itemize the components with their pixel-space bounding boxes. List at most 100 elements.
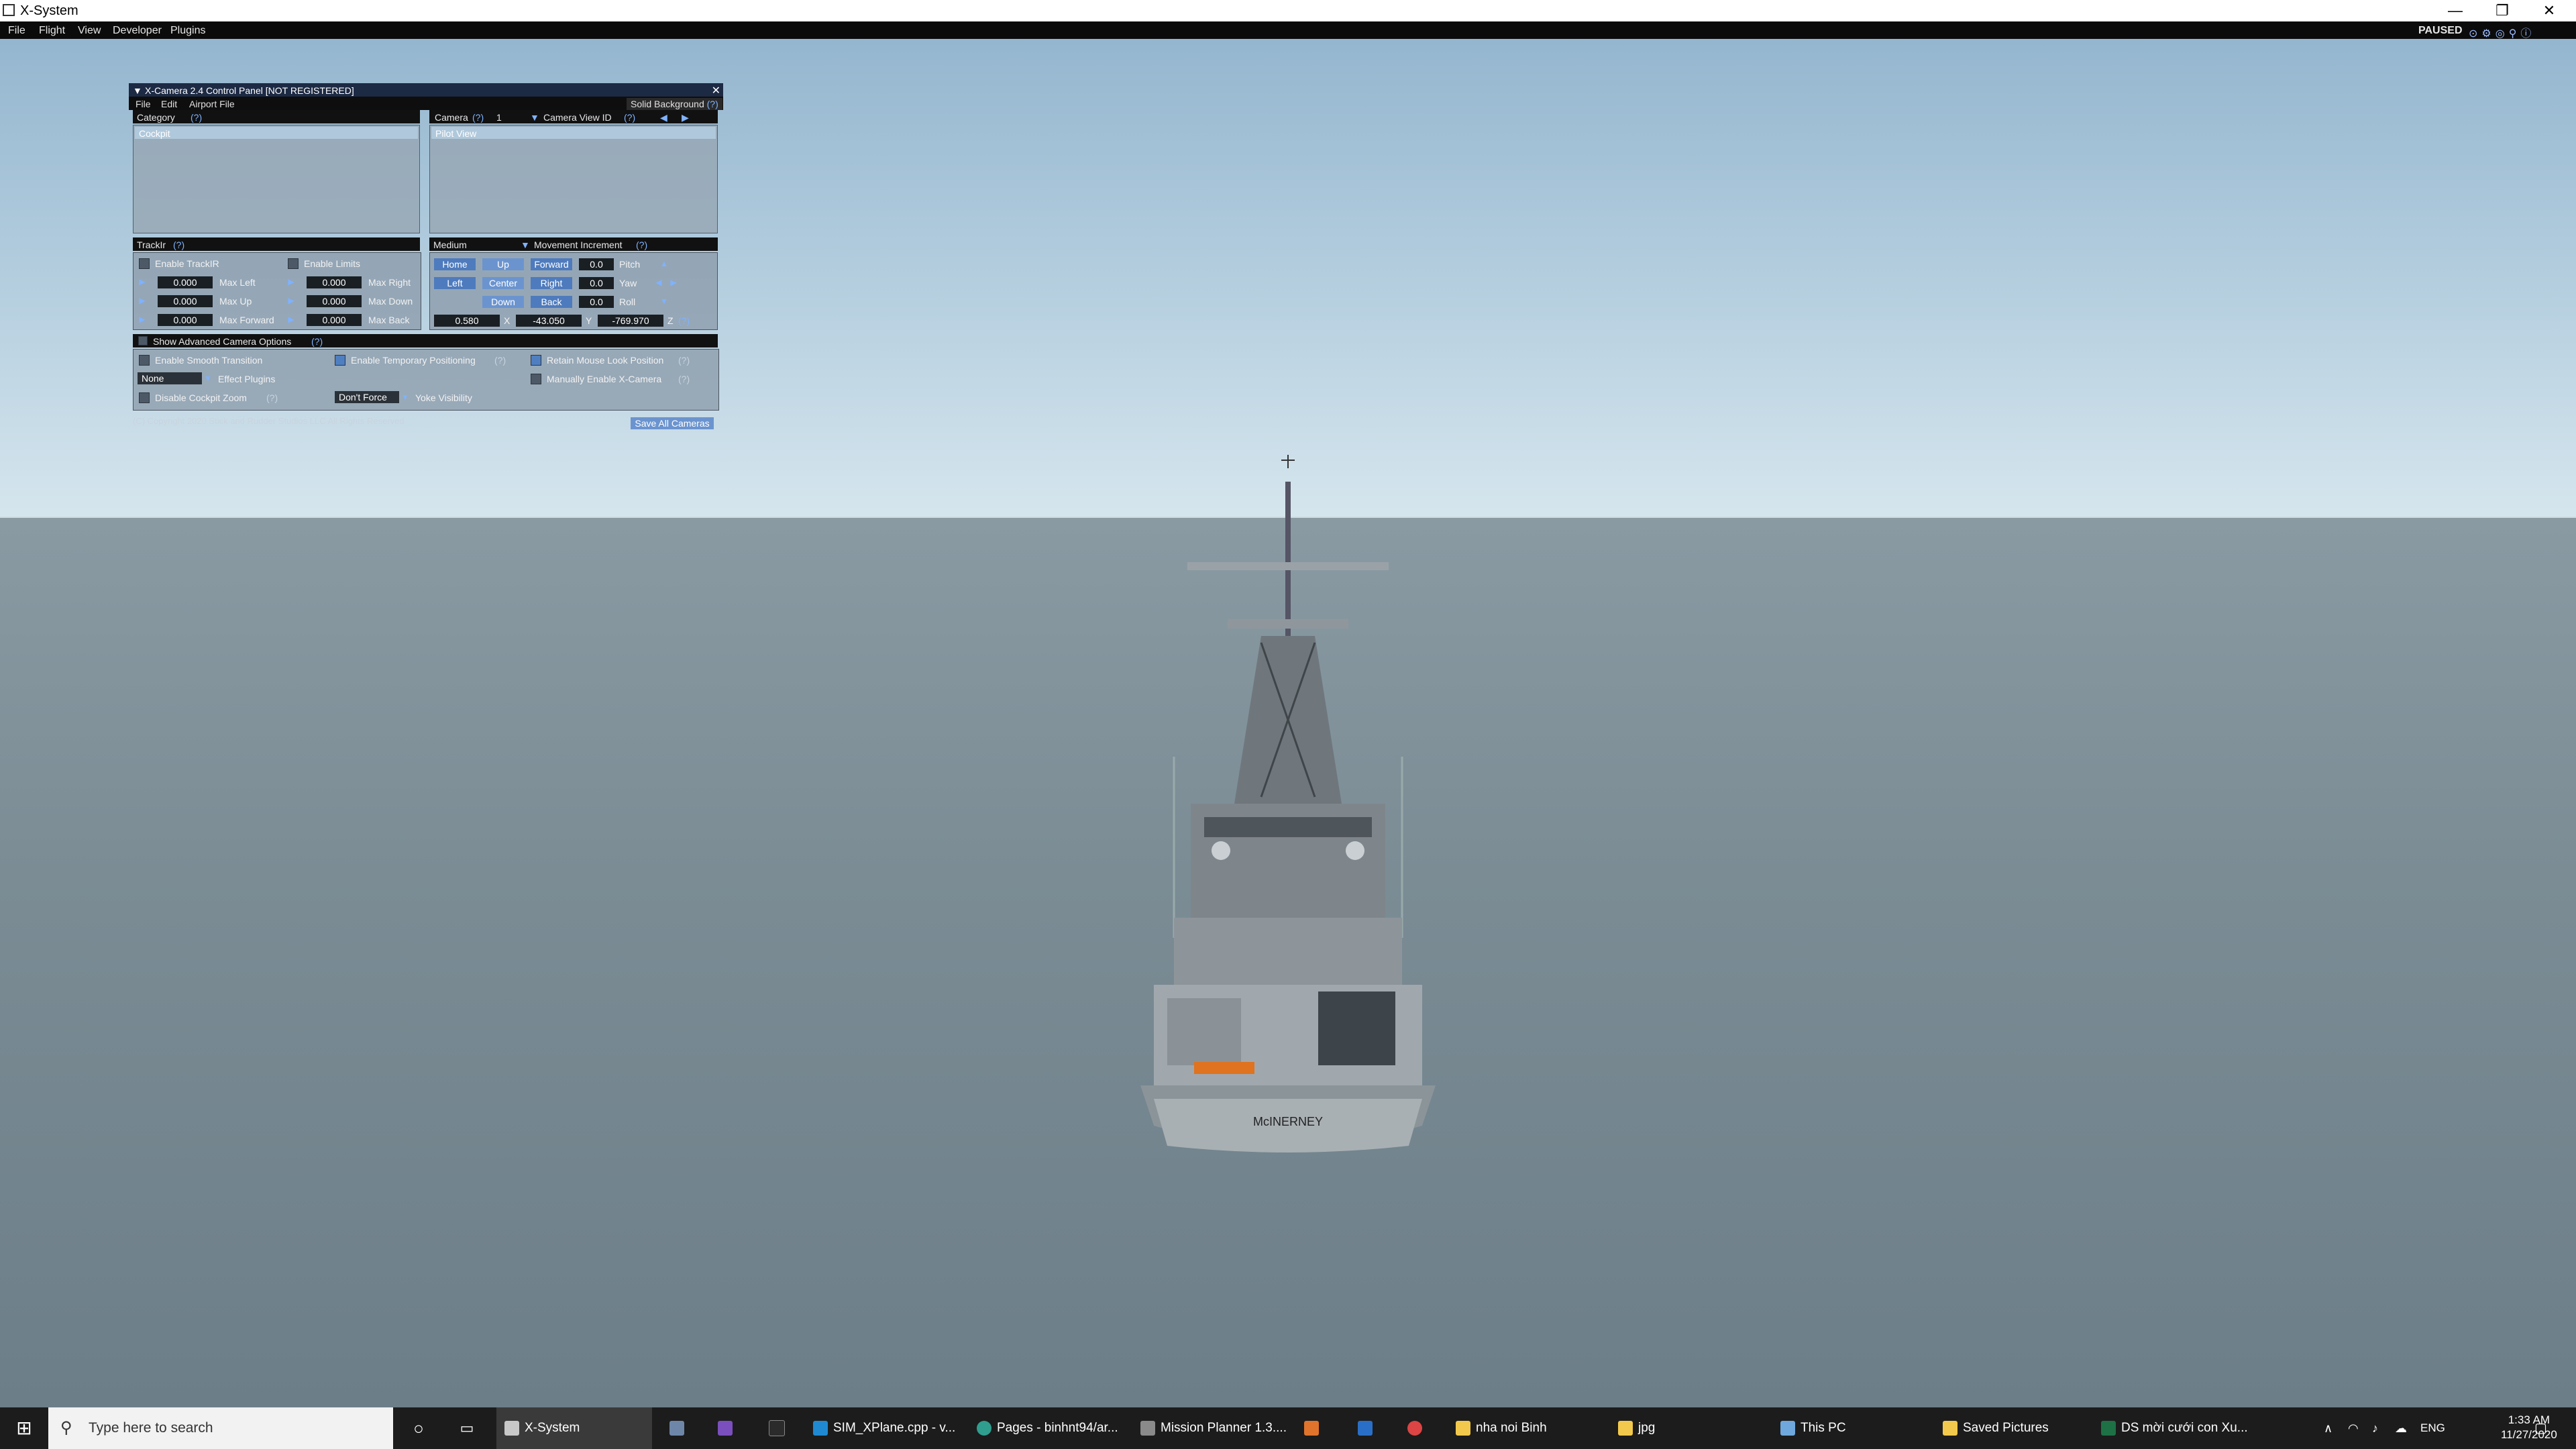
camera-item-selected[interactable]: Pilot View	[431, 127, 716, 139]
panel-menu-edit[interactable]: Edit	[161, 99, 177, 109]
solid-background-help[interactable]: (?)	[707, 99, 718, 109]
notifications-icon[interactable]: ▢	[2534, 1407, 2547, 1449]
next-camera-icon[interactable]: ▶	[682, 112, 689, 123]
max-right-field[interactable]: 0.000	[307, 276, 362, 288]
taskbar-item-vscode[interactable]: SIM_XPlane.cpp - v...	[813, 1407, 961, 1449]
temporary-positioning-help[interactable]: (?)	[494, 355, 506, 366]
trackir-help[interactable]: (?)	[173, 239, 184, 250]
minimize-button[interactable]: —	[2435, 0, 2475, 21]
disable-cockpit-zoom-help[interactable]: (?)	[266, 392, 278, 403]
home-button[interactable]: Home	[434, 258, 476, 270]
back-button[interactable]: Back	[531, 296, 572, 308]
app-icon-pinned-1[interactable]	[669, 1407, 694, 1449]
max-back-field[interactable]: 0.000	[307, 314, 362, 326]
z-position-field[interactable]: -769.970	[598, 315, 663, 327]
category-list[interactable]: Cockpit	[133, 125, 420, 233]
simulator-scene[interactable]: McINERNEY ▼ X-Camera 2.4 Control Panel […	[0, 39, 2576, 1407]
save-all-cameras-button[interactable]: Save All Cameras	[631, 417, 714, 429]
yaw-left-icon[interactable]: ◀	[654, 277, 663, 288]
taskbar-search-box[interactable]: ⚲ Type here to search	[48, 1407, 393, 1449]
roll-field[interactable]: 0.0	[579, 296, 614, 308]
max-back-arrow-icon[interactable]: ▶	[286, 314, 296, 325]
store-icon[interactable]	[1358, 1407, 1382, 1449]
max-down-arrow-icon[interactable]: ▶	[286, 295, 296, 306]
menu-file[interactable]: File	[8, 25, 25, 37]
language-indicator[interactable]: ENG	[2420, 1407, 2445, 1449]
panel-close-icon[interactable]: ✕	[712, 84, 720, 97]
xcamera-control-panel[interactable]: ▼ X-Camera 2.4 Control Panel [NOT REGIST…	[129, 83, 723, 470]
forward-button[interactable]: Forward	[531, 258, 572, 270]
panel-menu-airport-file[interactable]: Airport File	[189, 99, 235, 109]
prev-camera-icon[interactable]: ◀	[660, 112, 667, 123]
collapse-icon[interactable]: ▼	[133, 85, 142, 96]
visual-studio-icon[interactable]	[718, 1407, 742, 1449]
yoke-dropdown-icon[interactable]: ▼	[400, 392, 410, 402]
disable-cockpit-zoom-checkbox[interactable]	[139, 392, 150, 403]
camera-list[interactable]: Pilot View	[429, 125, 718, 233]
restore-button[interactable]: ❐	[2482, 0, 2522, 21]
roll-down-icon[interactable]: ▼	[659, 296, 669, 307]
max-right-arrow-icon[interactable]: ▶	[286, 276, 296, 287]
movement-help[interactable]: (?)	[636, 239, 647, 250]
max-left-arrow-icon[interactable]: ▶	[138, 276, 147, 287]
menu-plugins[interactable]: Plugins	[170, 25, 205, 37]
category-item-selected[interactable]: Cockpit	[135, 127, 418, 139]
task-view-icon[interactable]: ▭	[455, 1407, 479, 1449]
yoke-visibility-dropdown[interactable]: Don't Force	[335, 391, 399, 403]
camera-view-id-help[interactable]: (?)	[624, 112, 635, 123]
z-help[interactable]: (?)	[678, 315, 690, 326]
movement-speed-dropdown[interactable]: Medium	[433, 239, 467, 250]
menu-view[interactable]: View	[78, 25, 101, 37]
y-position-field[interactable]: -43.050	[516, 315, 582, 327]
taskbar-item-excel[interactable]: DS mời cưới con Xu...	[2101, 1407, 2255, 1449]
taskbar-item-edge[interactable]: Pages - binhnt94/ar...	[977, 1407, 1131, 1449]
start-button[interactable]: ⊞	[0, 1407, 48, 1449]
temporary-positioning-checkbox[interactable]	[335, 355, 345, 366]
tray-chevron-icon[interactable]: ∧	[2324, 1407, 2332, 1449]
max-left-field[interactable]: 0.000	[158, 276, 213, 288]
right-button[interactable]: Right	[531, 277, 572, 289]
taskbar-item-this-pc[interactable]: This PC	[1780, 1407, 1928, 1449]
camera-number[interactable]: 1	[496, 112, 502, 123]
solid-background-toggle[interactable]: Solid Background (?)	[627, 98, 722, 110]
taskbar-item-saved-pictures[interactable]: Saved Pictures	[1943, 1407, 2090, 1449]
effect-plugins-dropdown-icon[interactable]: ▼	[203, 373, 213, 384]
down-button[interactable]: Down	[482, 296, 524, 308]
advanced-options-checkbox[interactable]	[138, 336, 148, 345]
taskbar-item-x-system[interactable]: X-System	[496, 1407, 652, 1449]
pitch-up-icon[interactable]: ▲	[659, 258, 669, 269]
advanced-options-header[interactable]: Show Advanced Camera Options (?)	[133, 334, 718, 347]
panel-menu-file[interactable]: File	[136, 99, 151, 109]
panel-titlebar[interactable]: ▼ X-Camera 2.4 Control Panel [NOT REGIST…	[129, 83, 723, 97]
movement-dropdown-icon[interactable]: ▼	[521, 239, 530, 250]
max-down-field[interactable]: 0.000	[307, 295, 362, 307]
manual-xcamera-help[interactable]: (?)	[678, 374, 690, 384]
cortana-icon[interactable]: ○	[407, 1407, 431, 1449]
enable-trackir-checkbox[interactable]	[139, 258, 150, 269]
manual-xcamera-checkbox[interactable]	[531, 374, 541, 384]
max-forward-field[interactable]: 0.000	[158, 314, 213, 326]
effect-plugins-dropdown[interactable]: None	[138, 372, 202, 384]
retain-mouse-look-checkbox[interactable]	[531, 355, 541, 366]
x-position-field[interactable]: 0.580	[434, 315, 500, 327]
yaw-field[interactable]: 0.0	[579, 277, 614, 289]
taskbar-item-folder-nha-noi-binh[interactable]: nha noi Binh	[1456, 1407, 1603, 1449]
menu-flight[interactable]: Flight	[39, 25, 65, 37]
camera-help[interactable]: (?)	[472, 112, 484, 123]
left-button[interactable]: Left	[434, 277, 476, 289]
epic-games-icon[interactable]	[769, 1407, 793, 1449]
matlab-icon[interactable]	[1304, 1407, 1328, 1449]
category-help[interactable]: (?)	[191, 112, 202, 123]
max-forward-arrow-icon[interactable]: ▶	[138, 314, 147, 325]
status-icons[interactable]: ⊙⚙◎⚲ⓘ	[2469, 24, 2569, 40]
system-clock[interactable]: 1:33 AM 11/27/2020	[2501, 1413, 2557, 1442]
max-up-field[interactable]: 0.000	[158, 295, 213, 307]
pitch-field[interactable]: 0.0	[579, 258, 614, 270]
center-button[interactable]: Center	[482, 277, 524, 289]
network-icon[interactable]: ◠	[2348, 1407, 2359, 1449]
snipping-icon[interactable]	[1407, 1407, 1432, 1449]
menu-developer[interactable]: Developer	[113, 25, 162, 37]
taskbar-item-folder-jpg[interactable]: jpg	[1618, 1407, 1766, 1449]
up-button[interactable]: Up	[482, 258, 524, 270]
onedrive-icon[interactable]: ☁	[2395, 1407, 2407, 1449]
